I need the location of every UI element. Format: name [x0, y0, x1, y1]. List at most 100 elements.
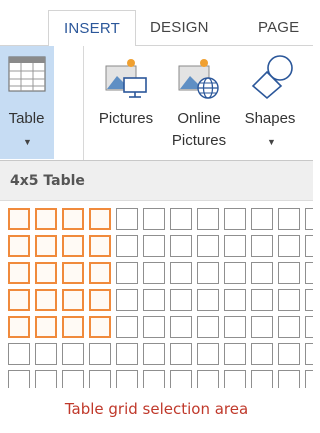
- grid-cell[interactable]: [116, 370, 138, 388]
- grid-cell[interactable]: [116, 316, 138, 338]
- online-pictures-button[interactable]: Online Pictures: [166, 46, 232, 159]
- grid-cell[interactable]: [8, 343, 30, 365]
- pictures-button-label: Pictures: [98, 110, 154, 127]
- grid-cell-selected[interactable]: [8, 208, 30, 230]
- grid-cell[interactable]: [224, 289, 246, 311]
- grid-cell[interactable]: [197, 370, 219, 388]
- grid-cell[interactable]: [278, 208, 300, 230]
- grid-cell[interactable]: [278, 289, 300, 311]
- grid-cell[interactable]: [143, 316, 165, 338]
- grid-cell[interactable]: [305, 289, 313, 311]
- grid-cell[interactable]: [197, 262, 219, 284]
- grid-cell[interactable]: [224, 370, 246, 388]
- grid-cell-selected[interactable]: [62, 289, 84, 311]
- grid-cell[interactable]: [143, 289, 165, 311]
- grid-cell[interactable]: [62, 343, 84, 365]
- pictures-icon: [105, 59, 147, 98]
- grid-cell[interactable]: [305, 235, 313, 257]
- grid-cell-selected[interactable]: [35, 262, 57, 284]
- grid-cell[interactable]: [143, 235, 165, 257]
- grid-cell[interactable]: [251, 235, 273, 257]
- grid-cell[interactable]: [305, 262, 313, 284]
- grid-cell[interactable]: [143, 208, 165, 230]
- grid-cell[interactable]: [170, 208, 192, 230]
- table-button-label: Table: [8, 110, 45, 127]
- online-pictures-label-line1: Online: [177, 110, 221, 127]
- chevron-down-icon: ▼: [23, 137, 32, 147]
- grid-cell[interactable]: [143, 262, 165, 284]
- grid-cell[interactable]: [224, 343, 246, 365]
- grid-cell[interactable]: [116, 208, 138, 230]
- grid-cell[interactable]: [251, 370, 273, 388]
- grid-cell[interactable]: [224, 316, 246, 338]
- grid-cell[interactable]: [116, 235, 138, 257]
- grid-cell-selected[interactable]: [89, 235, 111, 257]
- grid-cell-selected[interactable]: [62, 316, 84, 338]
- grid-cell[interactable]: [62, 370, 84, 388]
- grid-cell-selected[interactable]: [8, 235, 30, 257]
- grid-cell[interactable]: [170, 370, 192, 388]
- grid-cell[interactable]: [251, 343, 273, 365]
- grid-cell[interactable]: [305, 370, 313, 388]
- grid-cell[interactable]: [251, 316, 273, 338]
- grid-cell[interactable]: [170, 343, 192, 365]
- grid-cell-selected[interactable]: [8, 289, 30, 311]
- grid-cell-selected[interactable]: [62, 235, 84, 257]
- table-grid[interactable]: [0, 201, 313, 388]
- grid-cell[interactable]: [170, 235, 192, 257]
- tab-insert[interactable]: INSERT: [48, 10, 136, 46]
- grid-cell[interactable]: [116, 343, 138, 365]
- pictures-button[interactable]: Pictures: [90, 46, 162, 159]
- grid-cell-selected[interactable]: [89, 316, 111, 338]
- table-button[interactable]: Table ▼: [0, 46, 54, 159]
- grid-cell[interactable]: [197, 289, 219, 311]
- grid-cell[interactable]: [278, 316, 300, 338]
- grid-cell[interactable]: [35, 370, 57, 388]
- grid-cell-selected[interactable]: [8, 262, 30, 284]
- grid-cell[interactable]: [197, 316, 219, 338]
- table-size-label: 4x5 Table: [10, 173, 85, 189]
- grid-cell[interactable]: [89, 343, 111, 365]
- grid-cell-selected[interactable]: [35, 235, 57, 257]
- grid-cell-selected[interactable]: [35, 208, 57, 230]
- grid-cell[interactable]: [224, 235, 246, 257]
- grid-cell-selected[interactable]: [89, 262, 111, 284]
- grid-cell-selected[interactable]: [89, 289, 111, 311]
- grid-cell[interactable]: [170, 262, 192, 284]
- grid-cell[interactable]: [251, 262, 273, 284]
- grid-cell[interactable]: [278, 262, 300, 284]
- grid-cell[interactable]: [197, 235, 219, 257]
- grid-cell[interactable]: [197, 343, 219, 365]
- tab-page[interactable]: PAGE: [258, 10, 299, 46]
- grid-cell[interactable]: [251, 289, 273, 311]
- grid-cell[interactable]: [251, 208, 273, 230]
- grid-cell[interactable]: [35, 343, 57, 365]
- grid-cell[interactable]: [143, 370, 165, 388]
- grid-cell[interactable]: [197, 208, 219, 230]
- dropdown-header: 4x5 Table: [0, 161, 313, 201]
- grid-cell[interactable]: [278, 343, 300, 365]
- grid-cell-selected[interactable]: [62, 262, 84, 284]
- grid-cell[interactable]: [143, 343, 165, 365]
- grid-cell[interactable]: [170, 316, 192, 338]
- grid-cell[interactable]: [89, 370, 111, 388]
- grid-cell-selected[interactable]: [89, 208, 111, 230]
- grid-cell-selected[interactable]: [35, 289, 57, 311]
- grid-cell-selected[interactable]: [8, 316, 30, 338]
- grid-cell[interactable]: [305, 208, 313, 230]
- tab-design[interactable]: DESIGN: [150, 10, 209, 46]
- grid-cell[interactable]: [224, 208, 246, 230]
- grid-cell-selected[interactable]: [62, 208, 84, 230]
- grid-cell[interactable]: [305, 316, 313, 338]
- shapes-button[interactable]: Shapes ▼: [236, 46, 304, 159]
- grid-cell[interactable]: [8, 370, 30, 388]
- grid-cell[interactable]: [278, 370, 300, 388]
- grid-cell[interactable]: [116, 289, 138, 311]
- grid-cell[interactable]: [278, 235, 300, 257]
- online-pictures-label-line2: Pictures: [171, 132, 227, 149]
- grid-cell[interactable]: [305, 343, 313, 365]
- grid-cell[interactable]: [116, 262, 138, 284]
- grid-cell-selected[interactable]: [35, 316, 57, 338]
- grid-cell[interactable]: [224, 262, 246, 284]
- grid-cell[interactable]: [170, 289, 192, 311]
